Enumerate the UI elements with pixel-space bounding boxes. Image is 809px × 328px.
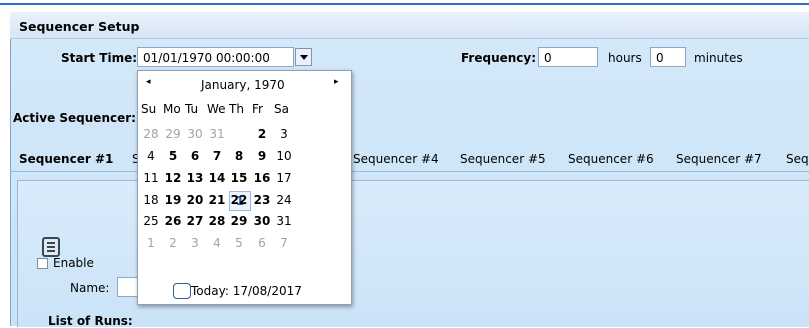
tab-sequencer-4[interactable]: Sequencer #4 (353, 152, 439, 166)
calendar-day[interactable]: 7 (274, 236, 294, 250)
list-icon[interactable] (42, 237, 60, 257)
calendar-day[interactable]: 8 (229, 149, 249, 163)
calendar-day[interactable]: 2 (252, 127, 272, 141)
day-of-week-fr: Fr (252, 102, 263, 116)
calendar-day[interactable]: 30 (252, 214, 272, 228)
calendar-day[interactable]: 19 (163, 193, 183, 207)
calendar-day[interactable]: 25 (141, 214, 161, 228)
enable-label: Enable (53, 256, 94, 270)
tab-sequencer-8[interactable]: Seq (786, 152, 809, 166)
calendar-day[interactable]: 21 (207, 193, 227, 207)
calendar-day[interactable]: 27 (185, 214, 205, 228)
start-time-input[interactable]: 01/01/1970 00:00:00 (137, 47, 294, 67)
sequencer-panel (17, 180, 809, 327)
day-of-week-mo: Mo (163, 102, 181, 116)
calendar-day[interactable]: 12 (163, 171, 183, 185)
calendar-day[interactable]: 13 (185, 171, 205, 185)
frequency-hours-input[interactable]: 0 (538, 47, 598, 67)
calendar-day[interactable]: 26 (163, 214, 183, 228)
enable-checkbox[interactable] (37, 258, 48, 269)
calendar-day[interactable]: 15 (229, 171, 249, 185)
tab-sequencer-6[interactable]: Sequencer #6 (568, 152, 654, 166)
calendar-day[interactable]: 31 (207, 127, 227, 141)
calendar-day[interactable]: 10 (274, 149, 294, 163)
calendar-day[interactable]: 14 (207, 171, 227, 185)
calendar-day[interactable]: 24 (274, 193, 294, 207)
day-of-week-sa: Sa (274, 102, 289, 116)
calendar-day[interactable]: 29 (229, 214, 249, 228)
frequency-label: Frequency: (461, 51, 537, 65)
hours-label: hours (608, 51, 642, 65)
day-of-week-tu: Tu (185, 102, 199, 116)
section-title: Sequencer Setup (19, 19, 140, 34)
calendar-day[interactable]: 17 (274, 171, 294, 185)
next-month-button[interactable]: ▸ (334, 77, 339, 87)
name-label: Name: (70, 281, 110, 295)
today-link[interactable]: Today: 17/08/2017 (191, 284, 302, 298)
tab-sequencer-1[interactable]: Sequencer #1 (19, 152, 113, 166)
calendar-day[interactable]: 4 (141, 149, 161, 163)
day-of-week-su: Su (141, 102, 157, 116)
calendar-day[interactable]: 6 (185, 149, 205, 163)
calendar-day[interactable]: 18 (141, 193, 161, 207)
today-marker[interactable] (173, 283, 191, 299)
minutes-label: minutes (694, 51, 743, 65)
calendar-day[interactable]: 9 (252, 149, 272, 163)
day-of-week-th: Th (229, 102, 244, 116)
calendar-day[interactable]: 7 (207, 149, 227, 163)
calendar-day[interactable]: 5 (163, 149, 183, 163)
chevron-down-icon[interactable] (295, 48, 312, 66)
frequency-minutes-input[interactable]: 0 (650, 47, 686, 67)
active-sequencer-label: Active Sequencer: (13, 111, 136, 125)
calendar-day[interactable]: 6 (252, 236, 272, 250)
calendar-day[interactable]: 20 (185, 193, 205, 207)
start-time-label: Start Time: (61, 51, 138, 65)
calendar-day[interactable]: 16 (252, 171, 272, 185)
calendar-day[interactable]: 23 (252, 193, 272, 207)
calendar-popup: ◂ January, 1970 ▸ Su Mo Tu We Th Fr Sa 28 29 30 3… (137, 70, 352, 305)
day-of-week-we: We (207, 102, 226, 116)
calendar-day[interactable]: 31 (274, 214, 294, 228)
top-strip (0, 0, 809, 12)
calendar-day[interactable]: 29 (163, 127, 183, 141)
calendar-month-title[interactable]: January, 1970 (201, 78, 285, 92)
calendar-day[interactable]: 28 (207, 214, 227, 228)
calendar-day[interactable]: 30 (185, 127, 205, 141)
prev-month-button[interactable]: ◂ (146, 77, 151, 87)
calendar-day[interactable]: 28 (141, 127, 161, 141)
calendar-day[interactable]: 3 (185, 236, 205, 250)
calendar-day[interactable]: 2 (163, 236, 183, 250)
calendar-day[interactable]: 1 (141, 236, 161, 250)
calendar-day[interactable]: 5 (229, 236, 249, 250)
tab-sequencer-7[interactable]: Sequencer #7 (676, 152, 762, 166)
calendar-day[interactable]: 22 (229, 193, 249, 207)
calendar-day[interactable]: 4 (207, 236, 227, 250)
tab-sequencer-5[interactable]: Sequencer #5 (460, 152, 546, 166)
calendar-day[interactable]: 3 (274, 127, 294, 141)
calendar-day[interactable]: 11 (141, 171, 161, 185)
